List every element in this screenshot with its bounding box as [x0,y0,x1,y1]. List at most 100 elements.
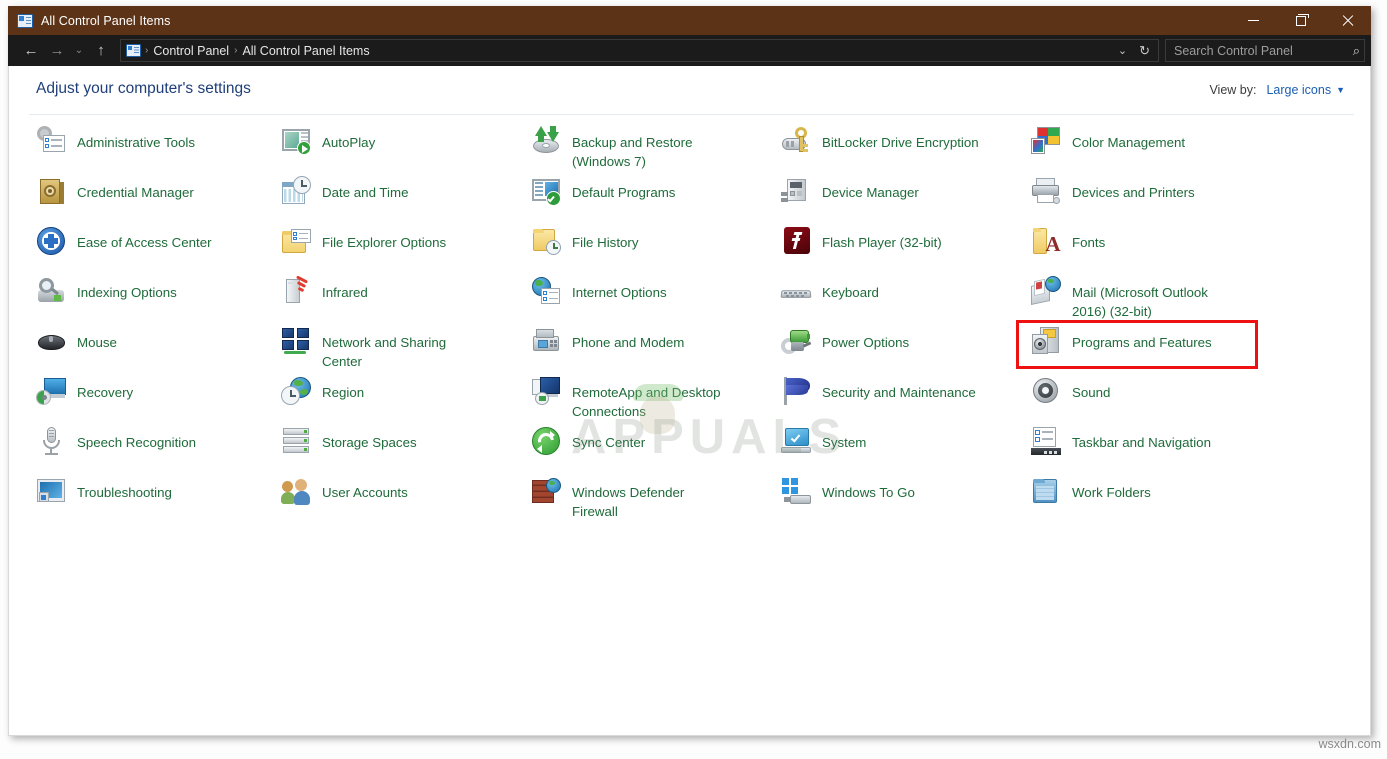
control-panel-item-label[interactable]: Storage Spaces [322,432,417,452]
control-panel-item[interactable]: Storage Spaces [281,428,519,476]
maximize-button[interactable] [1277,6,1324,35]
control-panel-item-label[interactable]: Work Folders [1072,482,1151,502]
control-panel-item[interactable]: Backup and Restore (Windows 7) [531,126,769,176]
control-panel-item-label[interactable]: Programs and Features [1072,332,1212,352]
control-panel-item-label[interactable]: Indexing Options [77,282,177,302]
search-input[interactable] [1174,43,1349,58]
control-panel-item[interactable]: BitLocker Drive Encryption [781,127,1019,176]
control-panel-item[interactable]: User Accounts [281,479,519,526]
search-icon[interactable]: ⌕ [1349,43,1360,59]
recent-locations-button[interactable]: ⌄ [70,38,88,64]
refresh-icon[interactable]: ↻ [1133,43,1158,59]
control-panel-item[interactable]: Taskbar and Navigation [1031,427,1276,476]
minimize-button[interactable] [1230,6,1277,35]
forward-button[interactable]: → [44,38,70,64]
control-panel-item[interactable]: Work Folders [1031,479,1276,526]
control-panel-item[interactable]: Flash Player (32-bit) [781,227,1019,276]
control-panel-item-label[interactable]: Administrative Tools [77,132,195,152]
control-panel-item[interactable]: Region [281,377,519,426]
control-panel-item-label[interactable]: Recovery [77,382,133,402]
search-box[interactable]: ⌕ [1165,39,1365,62]
control-panel-item[interactable]: Troubleshooting [36,479,274,526]
control-panel-item[interactable]: RemoteApp and Desktop Connections [531,377,769,426]
breadcrumb-item-control-panel[interactable]: Control Panel [150,44,232,58]
close-button[interactable] [1324,6,1371,35]
control-panel-item[interactable]: Network and Sharing Center [281,328,519,376]
view-by-value[interactable]: Large icons [1266,83,1331,97]
control-panel-item-label[interactable]: Power Options [822,332,909,352]
ease-of-access-icon [36,226,68,258]
control-panel-item-label[interactable]: Keyboard [822,282,879,302]
control-panel-item[interactable]: Recovery [36,378,274,426]
control-panel-item[interactable]: System [781,428,1019,476]
back-button[interactable]: ← [18,38,44,64]
control-panel-item-label[interactable]: Troubleshooting [77,482,172,502]
control-panel-item[interactable]: Ease of Access Center [36,227,274,276]
control-panel-item[interactable]: Power Options [781,330,1019,376]
control-panel-item[interactable]: Internet Options [531,277,769,326]
control-panel-item-label[interactable]: Infrared [322,282,368,302]
control-panel-item-label[interactable]: Flash Player (32-bit) [822,232,942,252]
control-panel-item-label[interactable]: BitLocker Drive Encryption [822,132,979,152]
control-panel-item[interactable]: Keyboard [780,282,1019,326]
chevron-down-icon[interactable]: ⌄ [1112,44,1133,57]
control-panel-item[interactable]: Default Programs [531,179,769,226]
control-panel-item[interactable]: Windows Defender Firewall [531,478,769,526]
control-panel-item[interactable]: Mouse [36,332,274,376]
breadcrumb-item-all-control-panel-items[interactable]: All Control Panel Items [239,44,372,58]
control-panel-item[interactable]: Infrared [281,275,519,326]
control-panel-item-label[interactable]: Sound [1072,382,1110,402]
control-panel-item[interactable]: Sync Center [531,427,769,476]
control-panel-item[interactable]: Sound [1031,378,1276,426]
control-panel-item[interactable]: Speech Recognition [36,427,274,476]
control-panel-item[interactable]: Security and Maintenance [781,377,1019,426]
control-panel-item-label[interactable]: System [822,432,866,452]
control-panel-item[interactable]: Credential Manager [36,179,274,226]
control-panel-item-label[interactable]: User Accounts [322,482,408,502]
control-panel-item[interactable]: Administrative Tools [36,126,274,176]
flash-player-icon [781,226,813,258]
control-panel-item-label[interactable]: Phone and Modem [572,332,684,352]
control-panel-item-label[interactable]: Sync Center [572,432,645,452]
control-panel-item[interactable]: Color Management [1031,127,1276,176]
control-panel-item-label[interactable]: Speech Recognition [77,432,196,452]
control-panel-item-label[interactable]: Credential Manager [77,182,194,202]
control-panel-item-label[interactable]: RemoteApp and Desktop Connections [572,382,721,421]
control-panel-item-label[interactable]: Security and Maintenance [822,382,976,402]
control-panel-item[interactable]: File Explorer Options [281,229,519,276]
control-panel-item[interactable]: Date and Time [281,176,519,226]
control-panel-item-label[interactable]: Taskbar and Navigation [1072,432,1211,452]
control-panel-item-label[interactable]: AutoPlay [322,132,375,152]
control-panel-item[interactable]: File History [531,229,769,276]
control-panel-item-label[interactable]: Windows To Go [822,482,915,502]
chevron-down-icon[interactable]: ▼ [1336,85,1345,95]
control-panel-item-label[interactable]: Fonts [1072,232,1105,252]
control-panel-item-label[interactable]: File Explorer Options [322,232,446,252]
control-panel-item-label[interactable]: Device Manager [822,182,919,202]
control-panel-item-label[interactable]: File History [572,232,639,252]
breadcrumb[interactable]: › Control Panel › All Control Panel Item… [120,39,1159,62]
control-panel-item[interactable]: A Fonts [1031,228,1276,276]
control-panel-item-label[interactable]: Ease of Access Center [77,232,212,252]
control-panel-item-label[interactable]: Date and Time [322,182,408,202]
control-panel-item[interactable]: AutoPlay [281,129,519,176]
control-panel-item[interactable]: Programs and Features [1031,327,1276,376]
control-panel-item[interactable]: Windows To Go [781,478,1019,526]
control-panel-item[interactable]: Phone and Modem [531,329,769,376]
control-panel-item-label[interactable]: Windows Defender Firewall [572,482,684,521]
up-button[interactable]: ↑ [88,38,114,64]
control-panel-item-label[interactable]: Internet Options [572,282,667,302]
control-panel-item-label[interactable]: Network and Sharing Center [322,332,446,371]
view-by-control[interactable]: View by: Large icons ▼ [1209,83,1345,97]
control-panel-item[interactable]: Mail (Microsoft Outlook 2016) (32-bit) [1031,276,1276,326]
control-panel-item[interactable]: Devices and Printers [1031,178,1276,226]
control-panel-item-label[interactable]: Mail (Microsoft Outlook 2016) (32-bit) [1072,282,1208,321]
control-panel-item-label[interactable]: Mouse [77,332,117,352]
control-panel-item-label[interactable]: Color Management [1072,132,1185,152]
control-panel-item-label[interactable]: Devices and Printers [1072,182,1195,202]
control-panel-item-label[interactable]: Default Programs [572,182,675,202]
control-panel-item-label[interactable]: Region [322,382,364,402]
control-panel-item[interactable]: Indexing Options [36,278,274,326]
control-panel-item[interactable]: Device Manager [781,179,1019,226]
control-panel-item-label[interactable]: Backup and Restore (Windows 7) [572,132,692,171]
